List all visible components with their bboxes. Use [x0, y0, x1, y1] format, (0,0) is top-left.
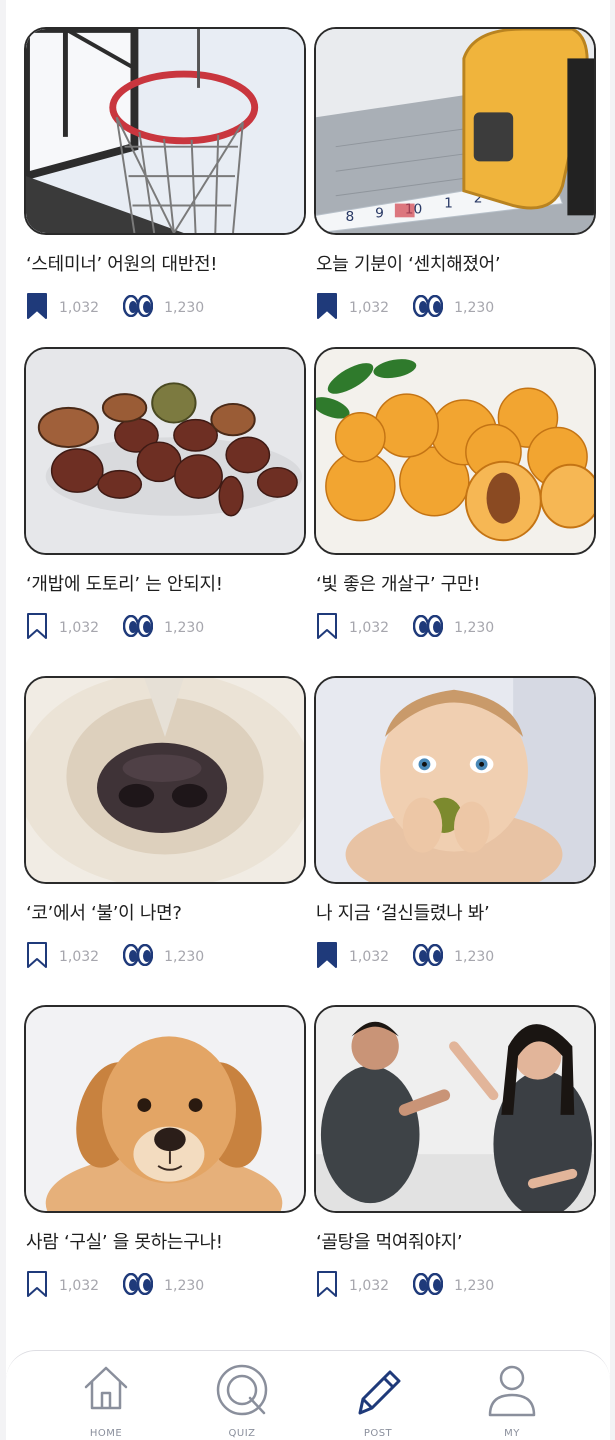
pencil-icon [358, 1370, 401, 1415]
nav-post[interactable]: POST [318, 1351, 438, 1440]
feed-page: ‘스테미너’ 어원의 대반전! 1,032 1,230 8 9 1 2 오늘 기… [6, 0, 610, 1440]
card-meta: 1,032 1,230 [316, 613, 596, 643]
card-title[interactable]: ‘골탕을 먹여줘야지’ [316, 1231, 596, 1255]
card-meta: 1,032 1,230 [316, 1271, 596, 1301]
nav-label: HOME [89, 1428, 123, 1439]
nav-my[interactable]: MY [452, 1351, 572, 1440]
thumbnail-couple-arguing[interactable] [314, 1005, 596, 1213]
eyes-icon [122, 1272, 154, 1299]
thumbnail-apricots[interactable] [314, 347, 596, 555]
card-meta: 1,032 1,230 [316, 293, 596, 323]
svg-text:8: 8 [346, 209, 355, 225]
view-count: 1,230 [454, 1278, 495, 1294]
nav-label: QUIZ [228, 1428, 256, 1439]
thumbnail-tape-measure[interactable]: 8910123 [314, 27, 596, 235]
svg-text:1: 1 [444, 196, 453, 212]
card-meta: 1,032 1,230 [26, 942, 306, 972]
card-title[interactable]: ‘스테미너’ 어원의 대반전! [26, 253, 306, 277]
card-meta: 1,032 1,230 [26, 293, 306, 323]
bookmark-outline-icon[interactable] [26, 613, 48, 643]
save-count: 1,032 [349, 1278, 390, 1294]
save-count: 1,032 [59, 1278, 100, 1294]
view-count: 1,230 [454, 620, 495, 636]
bookmark-outline-icon[interactable] [316, 1271, 338, 1301]
view-count: 1,230 [164, 620, 205, 636]
bookmark-filled-icon[interactable] [26, 293, 48, 323]
nav-quiz[interactable]: QUIZ [182, 1351, 302, 1440]
card-meta: 1,032 1,230 [26, 1271, 306, 1301]
nav-home[interactable]: HOME [46, 1351, 166, 1440]
nav-label: MY [504, 1428, 520, 1439]
card-title[interactable]: 사람 ‘구실’ 을 못하는구나! [26, 1231, 306, 1255]
save-count: 1,032 [59, 620, 100, 636]
card-title[interactable]: 오늘 기분이 ‘센치해졌어’ [316, 253, 596, 277]
eyes-icon [122, 943, 154, 970]
quiz-icon [216, 1364, 268, 1416]
save-count: 1,032 [59, 300, 100, 316]
card-title[interactable]: 나 지금 ‘걸신들렸나 봐’ [316, 902, 596, 926]
save-count: 1,032 [59, 949, 100, 965]
card-title[interactable]: ‘개밥에 도토리’ 는 안되지! [26, 573, 306, 597]
save-count: 1,032 [349, 620, 390, 636]
bookmark-outline-icon[interactable] [26, 1271, 48, 1301]
thumbnail-baby-eating[interactable] [314, 676, 596, 884]
view-count: 1,230 [164, 949, 205, 965]
save-count: 1,032 [349, 949, 390, 965]
eyes-icon [412, 294, 444, 321]
card-title[interactable]: ‘빛 좋은 개살구’ 구만! [316, 573, 596, 597]
bookmark-filled-icon[interactable] [316, 293, 338, 323]
card-meta: 1,032 1,230 [26, 613, 306, 643]
view-count: 1,230 [454, 300, 495, 316]
view-count: 1,230 [164, 300, 205, 316]
eyes-icon [122, 294, 154, 321]
thumbnail-puppy[interactable] [24, 1005, 306, 1213]
thumbnail-chestnuts[interactable] [24, 347, 306, 555]
eyes-icon [412, 614, 444, 641]
bookmark-outline-icon[interactable] [316, 613, 338, 643]
view-count: 1,230 [454, 949, 495, 965]
user-icon [488, 1365, 536, 1417]
nav-label: POST [363, 1428, 393, 1439]
bottom-nav: HOME QUIZ POST MY [6, 1350, 610, 1440]
eyes-icon [412, 943, 444, 970]
svg-text:9: 9 [375, 205, 384, 221]
home-icon [84, 1366, 128, 1410]
card-meta: 1,032 1,230 [316, 942, 596, 972]
eyes-icon [412, 1272, 444, 1299]
bookmark-filled-icon[interactable] [316, 942, 338, 972]
card-title[interactable]: ‘코’에서 ‘불’이 나면? [26, 902, 306, 926]
eyes-icon [122, 614, 154, 641]
save-count: 1,032 [349, 300, 390, 316]
thumbnail-dog-nose[interactable] [24, 676, 306, 884]
thumbnail-basketball-hoop[interactable] [24, 27, 306, 235]
bookmark-outline-icon[interactable] [26, 942, 48, 972]
view-count: 1,230 [164, 1278, 205, 1294]
